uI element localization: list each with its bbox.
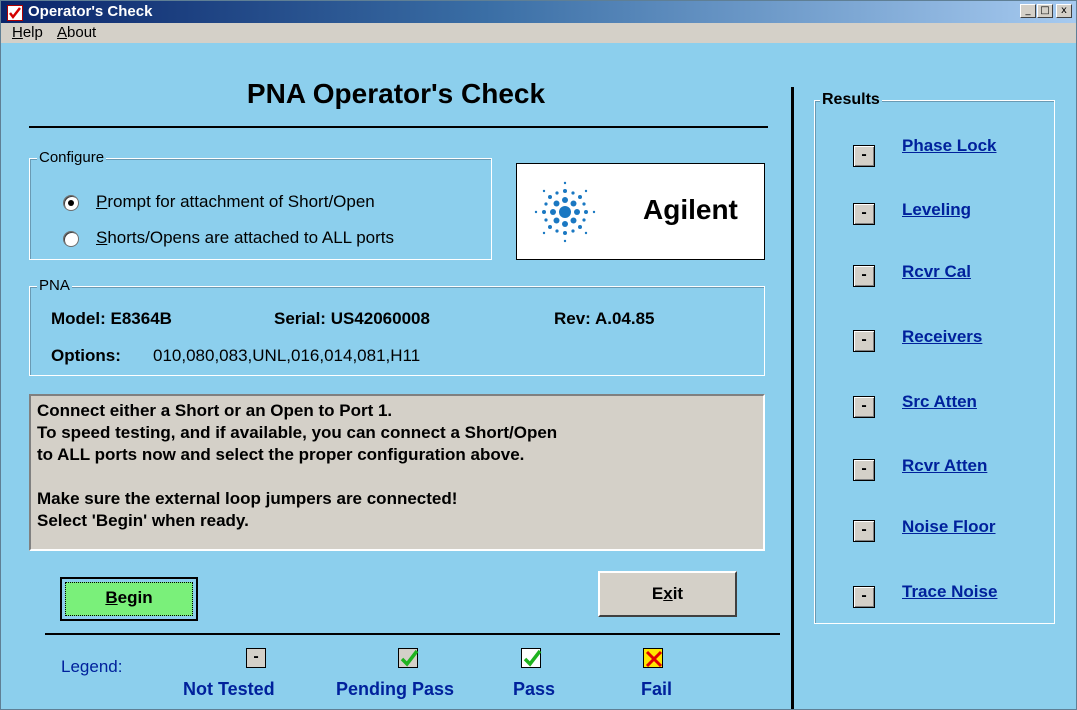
app-checkmark-icon [7,5,23,21]
not-tested-dash-icon: - [246,648,266,668]
legend-not-tested: Not Tested [183,679,275,699]
legend-label: Legend: [61,657,123,676]
legend-divider [45,633,780,635]
menu-bar: Help About [1,23,1076,43]
window-title: Operator's Check [28,3,153,20]
result-receivers[interactable]: Receivers [902,327,982,347]
begin-button[interactable]: Begin [60,577,198,621]
pna-revision: Rev: A.04.85 [554,309,655,328]
configure-group-label: Configure [37,149,107,166]
result-trace-noise[interactable]: Trace Noise [902,582,997,602]
pending-pass-checkmark-icon [398,648,419,668]
operators-check-window: Operator's Check _ □ x Help About PNA Op… [0,0,1077,710]
radio-dot [68,200,74,206]
results-group-label: Results [820,91,882,109]
pna-group-label: PNA [37,277,72,294]
fail-x-icon [643,648,663,668]
panel-divider [791,87,794,709]
src-atten-status-box: - [853,396,875,418]
pna-options-value: 010,080,083,UNL,016,014,081,H11 [153,346,421,365]
pass-checkmark-icon [521,648,542,668]
result-rcvr-cal[interactable]: Rcvr Cal [902,262,971,282]
legend-pass: Pass [513,679,556,699]
result-rcvr-atten[interactable]: Rcvr Atten [902,456,987,476]
phase-lock-status-box: - [853,145,875,167]
menu-about[interactable]: About [57,24,96,41]
pna-model: Model: E8364B [51,309,172,328]
results-groupbox [814,100,1055,624]
legend-pending-pass: Pending Pass [336,679,455,699]
agilent-spark-icon [534,181,596,243]
radio-button-selected[interactable] [63,195,79,211]
radio-button[interactable] [63,231,79,247]
result-noise-floor[interactable]: Noise Floor [902,517,996,537]
page-title: PNA Operator's Check [246,78,546,109]
trace-noise-status-box: - [853,586,875,608]
pna-options-label: Options: [51,346,121,365]
close-button[interactable]: x [1056,4,1072,18]
agilent-logo-panel: Agilent [516,163,765,260]
rcvr-atten-status-box: - [853,459,875,481]
result-phase-lock[interactable]: Phase Lock [902,136,997,156]
exit-button[interactable]: Exit [598,571,737,617]
legend-fail: Fail [641,679,673,699]
instructions-message: Connect either a Short or an Open to Por… [29,394,765,551]
title-bar[interactable]: Operator's Check _ □ x [1,1,1076,23]
menu-help[interactable]: Help [12,24,43,41]
pna-serial: Serial: US42060008 [274,309,430,328]
agilent-logo-text: Agilent [643,194,738,225]
begin-button-face: Begin [65,582,193,616]
title-divider [29,126,768,128]
minimize-button[interactable]: _ [1020,4,1036,18]
leveling-status-box: - [853,203,875,225]
radio-prompt-label: Prompt for attachment of Short/Open [96,192,375,211]
result-src-atten[interactable]: Src Atten [902,392,977,412]
result-leveling[interactable]: Leveling [902,200,971,220]
noise-floor-status-box: - [853,520,875,542]
receivers-status-box: - [853,330,875,352]
rcvr-cal-status-box: - [853,265,875,287]
radio-all-ports-label: Shorts/Opens are attached to ALL ports [96,228,395,247]
restore-button[interactable]: □ [1037,4,1053,18]
